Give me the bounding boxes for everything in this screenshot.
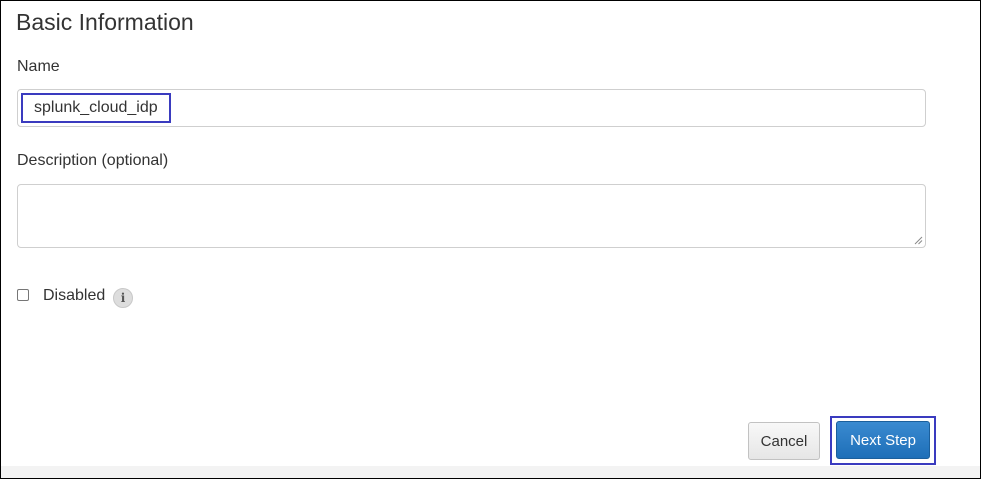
- cancel-button[interactable]: Cancel: [748, 422, 820, 460]
- name-input[interactable]: splunk_cloud_idp: [17, 89, 926, 127]
- description-label: Description (optional): [17, 152, 169, 169]
- description-textarea[interactable]: [17, 184, 926, 248]
- name-value-highlight: splunk_cloud_idp: [21, 93, 171, 123]
- basic-information-panel: Basic Information Name splunk_cloud_idp …: [0, 0, 981, 479]
- section-title: Basic Information: [16, 9, 194, 35]
- disabled-label: Disabled: [43, 287, 106, 304]
- disabled-checkbox[interactable]: [17, 289, 29, 301]
- next-step-button[interactable]: Next Step: [836, 421, 930, 459]
- info-icon[interactable]: i: [113, 288, 133, 308]
- name-label: Name: [17, 58, 60, 75]
- resize-handle-icon[interactable]: [914, 236, 923, 245]
- footer-band: [1, 466, 980, 478]
- name-value: splunk_cloud_idp: [34, 99, 158, 116]
